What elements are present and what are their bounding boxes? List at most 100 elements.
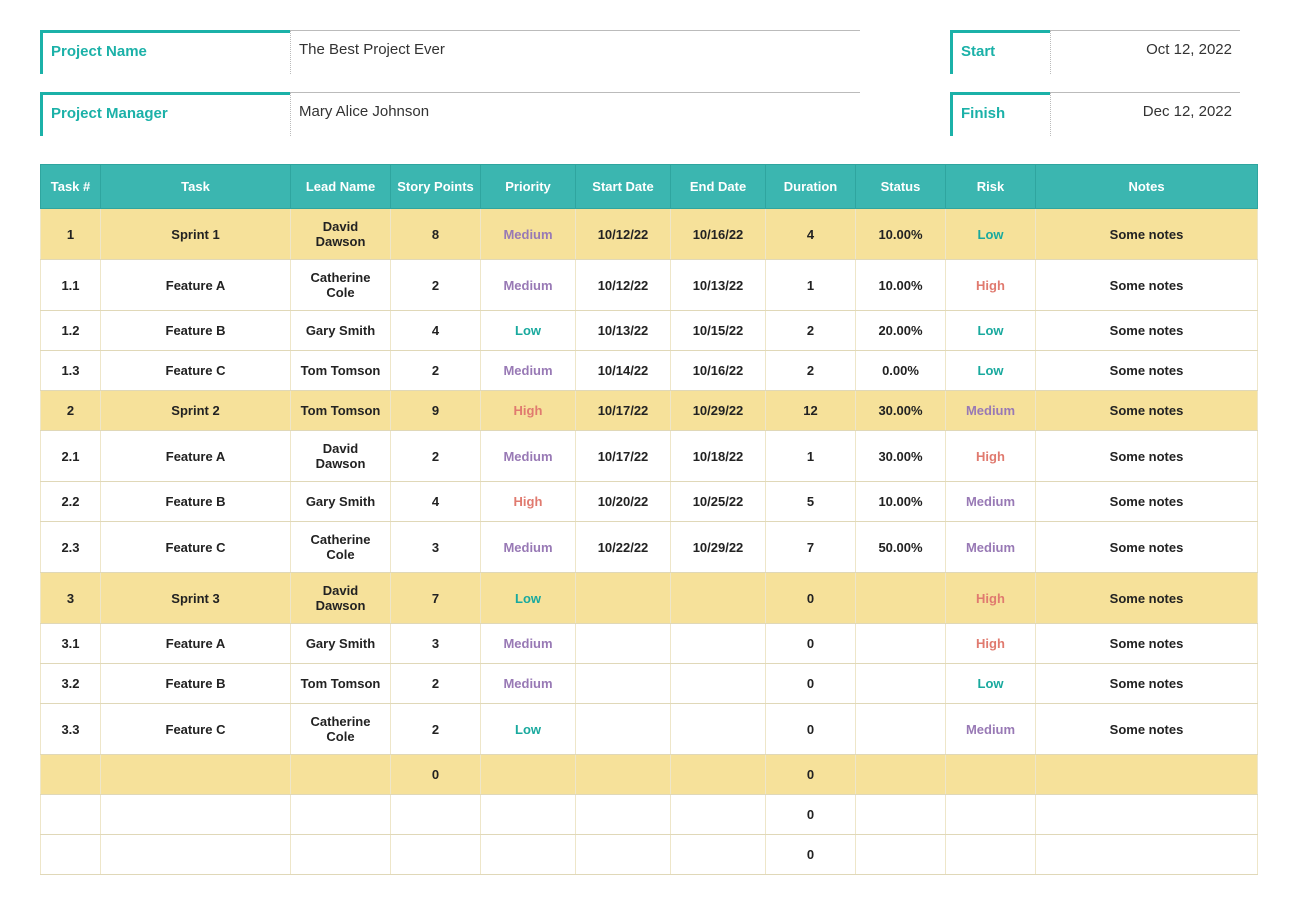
cell-tasknum[interactable]: 1.2 [41, 311, 101, 351]
table-row[interactable]: 3.2Feature BTom Tomson2Medium0LowSome no… [41, 664, 1258, 704]
table-row[interactable]: 1Sprint 1David Dawson8Medium10/12/2210/1… [41, 209, 1258, 260]
cell-tasknum[interactable]: 3.3 [41, 704, 101, 755]
cell-task[interactable] [101, 835, 291, 875]
cell-start-date[interactable] [576, 624, 671, 664]
cell-tasknum[interactable] [41, 795, 101, 835]
cell-duration[interactable]: 0 [766, 835, 856, 875]
cell-end-date[interactable] [671, 664, 766, 704]
cell-task[interactable]: Sprint 3 [101, 573, 291, 624]
cell-end-date[interactable] [671, 704, 766, 755]
cell-priority[interactable]: Medium [481, 260, 576, 311]
cell-duration[interactable]: 0 [766, 573, 856, 624]
cell-status[interactable] [856, 835, 946, 875]
cell-start-date[interactable]: 10/13/22 [576, 311, 671, 351]
cell-lead[interactable]: David Dawson [291, 573, 391, 624]
cell-start-date[interactable]: 10/12/22 [576, 209, 671, 260]
cell-duration[interactable]: 0 [766, 704, 856, 755]
cell-lead[interactable]: Catherine Cole [291, 260, 391, 311]
cell-task[interactable]: Feature A [101, 260, 291, 311]
cell-status[interactable] [856, 664, 946, 704]
cell-duration[interactable]: 5 [766, 482, 856, 522]
cell-priority[interactable]: High [481, 482, 576, 522]
cell-status[interactable]: 30.00% [856, 431, 946, 482]
cell-lead[interactable]: David Dawson [291, 431, 391, 482]
cell-start-date[interactable] [576, 573, 671, 624]
cell-tasknum[interactable]: 2.3 [41, 522, 101, 573]
cell-duration[interactable]: 1 [766, 260, 856, 311]
table-row[interactable]: 2.1Feature ADavid Dawson2Medium10/17/221… [41, 431, 1258, 482]
cell-tasknum[interactable] [41, 835, 101, 875]
cell-story-points[interactable]: 4 [391, 311, 481, 351]
cell-tasknum[interactable]: 1 [41, 209, 101, 260]
cell-end-date[interactable]: 10/16/22 [671, 351, 766, 391]
cell-story-points[interactable]: 9 [391, 391, 481, 431]
cell-status[interactable] [856, 573, 946, 624]
cell-start-date[interactable]: 10/17/22 [576, 431, 671, 482]
cell-status[interactable] [856, 755, 946, 795]
table-row[interactable]: 1.3Feature CTom Tomson2Medium10/14/2210/… [41, 351, 1258, 391]
cell-duration[interactable]: 0 [766, 664, 856, 704]
cell-risk[interactable]: High [946, 573, 1036, 624]
cell-task[interactable]: Feature B [101, 664, 291, 704]
cell-duration[interactable]: 0 [766, 795, 856, 835]
cell-tasknum[interactable]: 2.2 [41, 482, 101, 522]
cell-start-date[interactable] [576, 704, 671, 755]
cell-tasknum[interactable]: 3.2 [41, 664, 101, 704]
cell-duration[interactable]: 2 [766, 311, 856, 351]
cell-priority[interactable]: High [481, 391, 576, 431]
table-row[interactable]: 3.1Feature AGary Smith3Medium0HighSome n… [41, 624, 1258, 664]
cell-risk[interactable]: High [946, 431, 1036, 482]
cell-end-date[interactable]: 10/29/22 [671, 391, 766, 431]
cell-notes[interactable] [1036, 795, 1258, 835]
cell-tasknum[interactable]: 2 [41, 391, 101, 431]
cell-notes[interactable]: Some notes [1036, 391, 1258, 431]
cell-lead[interactable] [291, 835, 391, 875]
cell-task[interactable]: Feature A [101, 624, 291, 664]
cell-end-date[interactable] [671, 795, 766, 835]
start-value[interactable]: Oct 12, 2022 [1050, 30, 1240, 74]
cell-notes[interactable]: Some notes [1036, 351, 1258, 391]
cell-status[interactable]: 20.00% [856, 311, 946, 351]
cell-task[interactable]: Feature C [101, 704, 291, 755]
cell-notes[interactable]: Some notes [1036, 573, 1258, 624]
cell-notes[interactable] [1036, 755, 1258, 795]
cell-risk[interactable]: High [946, 260, 1036, 311]
cell-story-points[interactable]: 2 [391, 260, 481, 311]
cell-risk[interactable] [946, 795, 1036, 835]
cell-task[interactable]: Feature B [101, 482, 291, 522]
cell-end-date[interactable]: 10/15/22 [671, 311, 766, 351]
cell-lead[interactable]: Gary Smith [291, 482, 391, 522]
cell-notes[interactable]: Some notes [1036, 311, 1258, 351]
cell-duration[interactable]: 4 [766, 209, 856, 260]
cell-status[interactable] [856, 795, 946, 835]
cell-end-date[interactable]: 10/13/22 [671, 260, 766, 311]
cell-start-date[interactable] [576, 664, 671, 704]
cell-story-points[interactable]: 2 [391, 431, 481, 482]
cell-story-points[interactable]: 2 [391, 704, 481, 755]
table-row[interactable]: 2.3Feature CCatherine Cole3Medium10/22/2… [41, 522, 1258, 573]
cell-task[interactable]: Feature C [101, 522, 291, 573]
cell-task[interactable] [101, 795, 291, 835]
cell-priority[interactable] [481, 795, 576, 835]
cell-duration[interactable]: 0 [766, 624, 856, 664]
cell-story-points[interactable]: 8 [391, 209, 481, 260]
cell-tasknum[interactable]: 1.3 [41, 351, 101, 391]
cell-risk[interactable]: Medium [946, 482, 1036, 522]
cell-lead[interactable]: Gary Smith [291, 311, 391, 351]
finish-value[interactable]: Dec 12, 2022 [1050, 92, 1240, 136]
cell-lead[interactable]: Tom Tomson [291, 391, 391, 431]
table-row[interactable]: 3.3Feature CCatherine Cole2Low0MediumSom… [41, 704, 1258, 755]
project-name-value[interactable]: The Best Project Ever [290, 30, 860, 74]
cell-story-points[interactable]: 3 [391, 522, 481, 573]
cell-task[interactable]: Feature B [101, 311, 291, 351]
table-row[interactable]: 2.2Feature BGary Smith4High10/20/2210/25… [41, 482, 1258, 522]
cell-task[interactable]: Feature A [101, 431, 291, 482]
cell-notes[interactable]: Some notes [1036, 522, 1258, 573]
cell-start-date[interactable]: 10/17/22 [576, 391, 671, 431]
cell-lead[interactable]: Catherine Cole [291, 522, 391, 573]
cell-task[interactable]: Sprint 1 [101, 209, 291, 260]
cell-status[interactable]: 10.00% [856, 482, 946, 522]
project-manager-value[interactable]: Mary Alice Johnson [290, 92, 860, 136]
cell-tasknum[interactable]: 2.1 [41, 431, 101, 482]
cell-task[interactable]: Sprint 2 [101, 391, 291, 431]
